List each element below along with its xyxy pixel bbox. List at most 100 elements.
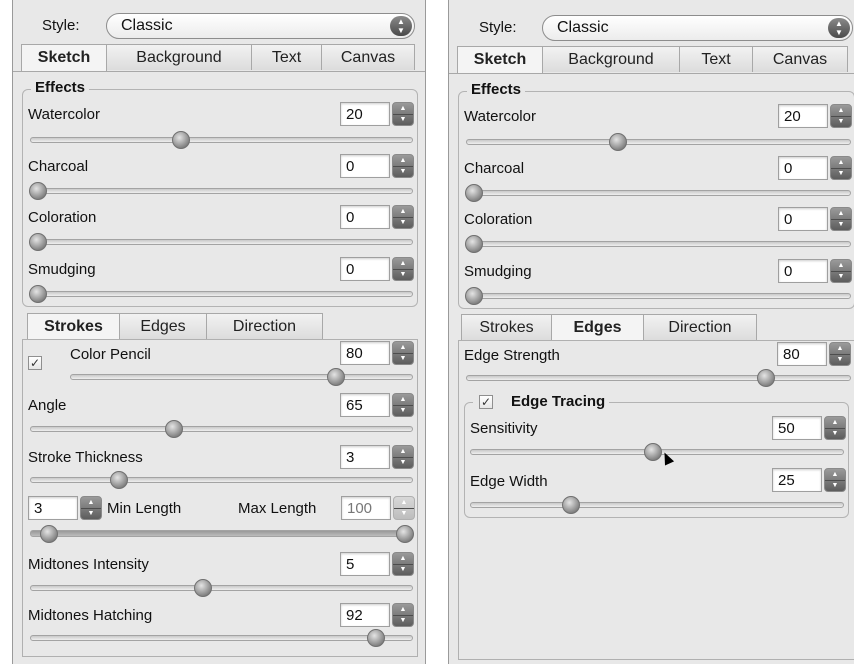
subtab-strokes[interactable]: Strokes	[27, 313, 120, 341]
coloration-slider-knob[interactable]	[465, 235, 483, 253]
stepper-arrows-icon[interactable]: ▲ ▼	[392, 154, 414, 178]
edge-width-stepper[interactable]: 25 ▲ ▼	[772, 468, 846, 492]
color-pencil-slider-track[interactable]	[70, 374, 413, 380]
stepper-arrows-icon[interactable]: ▲ ▼	[393, 496, 415, 520]
coloration-slider-track[interactable]	[466, 241, 851, 247]
stepper-arrows-icon[interactable]: ▲ ▼	[392, 603, 414, 627]
watercolor-slider-knob[interactable]	[172, 131, 191, 149]
watercolor-stepper[interactable]: 20 ▲ ▼	[340, 102, 414, 126]
smudging-stepper[interactable]: 0 ▲ ▼	[340, 257, 414, 281]
watercolor-value[interactable]: 20	[778, 104, 828, 128]
charcoal-slider-knob[interactable]	[29, 182, 47, 200]
subtab-direction[interactable]: Direction	[643, 314, 757, 340]
stepper-arrows-icon[interactable]: ▲ ▼	[830, 104, 852, 128]
color-pencil-stepper[interactable]: 80 ▲ ▼	[340, 341, 414, 365]
coloration-slider-knob[interactable]	[29, 233, 47, 251]
sensitivity-stepper[interactable]: 50 ▲ ▼	[772, 416, 846, 440]
smudging-stepper[interactable]: 0 ▲ ▼	[778, 259, 852, 283]
charcoal-value[interactable]: 0	[340, 154, 390, 178]
max-length-stepper[interactable]: 100 ▲ ▼	[341, 496, 415, 520]
midtones-hatching-value[interactable]: 92	[340, 603, 390, 627]
edge-width-value[interactable]: 25	[772, 468, 822, 492]
subtab-strokes[interactable]: Strokes	[461, 314, 552, 340]
midtones-hatching-stepper[interactable]: 92 ▲ ▼	[340, 603, 414, 627]
stepper-arrows-icon[interactable]: ▲ ▼	[392, 393, 414, 417]
coloration-stepper[interactable]: 0 ▲ ▼	[340, 205, 414, 229]
min-length-value[interactable]: 3	[28, 496, 78, 520]
midtones-intensity-value[interactable]: 5	[340, 552, 390, 576]
coloration-value[interactable]: 0	[340, 205, 390, 229]
charcoal-slider-knob[interactable]	[465, 184, 483, 202]
stepper-arrows-icon[interactable]: ▲ ▼	[392, 445, 414, 469]
tab-background[interactable]: Background	[542, 46, 680, 72]
sensitivity-value[interactable]: 50	[772, 416, 822, 440]
stepper-arrows-icon[interactable]: ▲ ▼	[392, 341, 414, 365]
color-pencil-checkbox[interactable]: ✓	[28, 356, 42, 370]
edge-strength-slider-knob[interactable]	[756, 369, 775, 387]
smudging-slider-track[interactable]	[30, 291, 413, 297]
stroke-thickness-slider-track[interactable]	[30, 477, 413, 483]
charcoal-value[interactable]: 0	[778, 156, 828, 180]
charcoal-slider-track[interactable]	[466, 190, 851, 196]
edge-strength-value[interactable]: 80	[777, 342, 827, 366]
stroke-thickness-stepper[interactable]: 3 ▲ ▼	[340, 445, 414, 469]
max-length-slider-knob[interactable]	[396, 525, 414, 543]
edge-width-slider-track[interactable]	[470, 502, 844, 508]
smudging-slider-track[interactable]	[466, 293, 851, 299]
midtones-hatching-slider-track[interactable]	[30, 635, 413, 641]
tab-text[interactable]: Text	[679, 46, 753, 72]
edge-strength-stepper[interactable]: 80 ▲ ▼	[777, 342, 851, 366]
max-length-value[interactable]: 100	[341, 496, 391, 520]
edge-tracing-checkbox[interactable]: ✓	[479, 395, 493, 409]
stroke-thickness-slider-knob[interactable]	[109, 471, 128, 489]
min-length-stepper[interactable]: 3 ▲ ▼	[28, 496, 102, 520]
watercolor-slider-track[interactable]	[466, 139, 851, 145]
tab-canvas[interactable]: Canvas	[321, 44, 415, 70]
smudging-value[interactable]: 0	[340, 257, 390, 281]
stroke-thickness-value[interactable]: 3	[340, 445, 390, 469]
stepper-arrows-icon[interactable]: ▲ ▼	[829, 342, 851, 366]
angle-stepper[interactable]: 65 ▲ ▼	[340, 393, 414, 417]
charcoal-stepper[interactable]: 0 ▲ ▼	[778, 156, 852, 180]
stepper-arrows-icon[interactable]: ▲ ▼	[824, 468, 846, 492]
style-popup[interactable]: Classic ▲ ▼	[542, 15, 853, 41]
coloration-value[interactable]: 0	[778, 207, 828, 231]
stepper-arrows-icon[interactable]: ▲ ▼	[830, 207, 852, 231]
midtones-intensity-stepper[interactable]: 5 ▲ ▼	[340, 552, 414, 576]
subtab-direction[interactable]: Direction	[206, 313, 323, 339]
tab-canvas[interactable]: Canvas	[752, 46, 848, 72]
stepper-arrows-icon[interactable]: ▲ ▼	[830, 259, 852, 283]
smudging-slider-knob[interactable]	[465, 287, 483, 305]
coloration-slider-track[interactable]	[30, 239, 413, 245]
stepper-arrows-icon[interactable]: ▲ ▼	[392, 552, 414, 576]
color-pencil-slider-knob[interactable]	[327, 368, 346, 386]
edge-strength-slider-track[interactable]	[466, 375, 851, 381]
tab-text[interactable]: Text	[251, 44, 322, 70]
watercolor-slider-knob[interactable]	[608, 133, 627, 151]
smudging-slider-knob[interactable]	[29, 285, 47, 303]
stepper-arrows-icon[interactable]: ▲ ▼	[830, 156, 852, 180]
angle-slider-track[interactable]	[30, 426, 413, 432]
sensitivity-slider-knob[interactable]	[644, 443, 663, 461]
smudging-value[interactable]: 0	[778, 259, 828, 283]
tab-sketch[interactable]: Sketch	[21, 44, 107, 72]
stepper-arrows-icon[interactable]: ▲ ▼	[392, 102, 414, 126]
tab-background[interactable]: Background	[106, 44, 252, 70]
stepper-arrows-icon[interactable]: ▲ ▼	[80, 496, 102, 520]
subtab-edges[interactable]: Edges	[551, 314, 644, 342]
watercolor-slider-track[interactable]	[30, 137, 413, 143]
edge-width-slider-knob[interactable]	[562, 496, 581, 514]
watercolor-value[interactable]: 20	[340, 102, 390, 126]
midtones-intensity-slider-track[interactable]	[30, 585, 413, 591]
angle-value[interactable]: 65	[340, 393, 390, 417]
length-range-slider-track[interactable]	[30, 530, 413, 537]
midtones-hatching-slider-knob[interactable]	[366, 629, 385, 647]
charcoal-slider-track[interactable]	[30, 188, 413, 194]
style-popup[interactable]: Classic ▲ ▼	[106, 13, 415, 39]
watercolor-stepper[interactable]: 20 ▲ ▼	[778, 104, 852, 128]
stepper-arrows-icon[interactable]: ▲ ▼	[824, 416, 846, 440]
color-pencil-value[interactable]: 80	[340, 341, 390, 365]
midtones-intensity-slider-knob[interactable]	[194, 579, 213, 597]
min-length-slider-knob[interactable]	[40, 525, 58, 543]
coloration-stepper[interactable]: 0 ▲ ▼	[778, 207, 852, 231]
